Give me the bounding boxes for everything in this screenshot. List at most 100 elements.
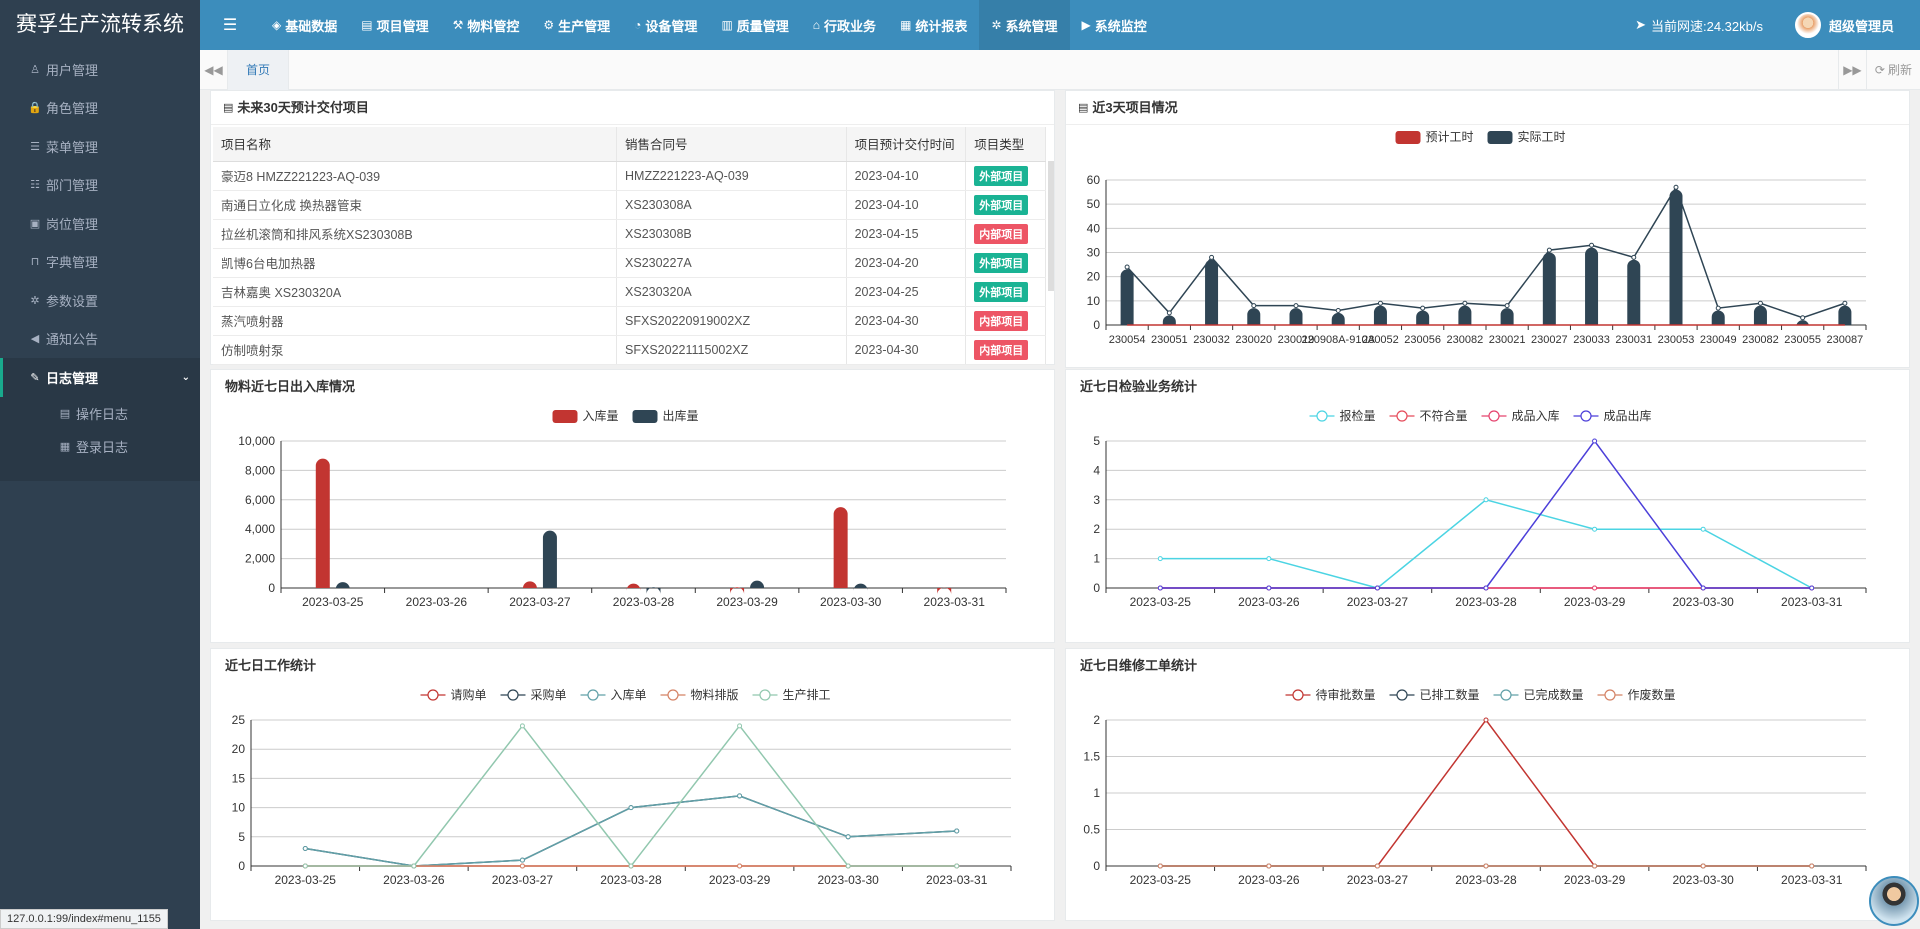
table-row[interactable]: 拉丝机滚筒和排风系统XS230308B XS230308B 2023-04-15 内部…: [213, 219, 1046, 249]
bar-1-11: [1585, 247, 1599, 325]
nav-item-8[interactable]: ✲ 系统管理: [979, 0, 1070, 50]
sidebar-item-5[interactable]: ⊓ 字典管理: [0, 243, 200, 282]
series-line-4: [305, 724, 957, 868]
sidebar-item-3[interactable]: ☷ 部门管理: [0, 166, 200, 205]
series-point-3-6: [1809, 585, 1815, 591]
table-row[interactable]: 豪迈8 HMZZ221223-AQ-039 HMZZ221223-AQ-039 20…: [213, 161, 1046, 191]
y-tick-label: 0.5: [1083, 823, 1100, 837]
user-menu[interactable]: 超级管理员: [1794, 12, 1894, 38]
menu-toggle-icon[interactable]: ☰: [200, 0, 260, 50]
table-row[interactable]: 仿制喷射泵 SFXS20221115002XZ 2023-04-30 内部项目: [213, 335, 1046, 365]
series-point-3-5: [1700, 585, 1706, 591]
user-name: 超级管理员: [1828, 18, 1894, 34]
y-tick-label: 20: [1087, 270, 1101, 284]
table-row[interactable]: 吉林嘉奥 XS230320A XS230320A 2023-04-25 外部项目: [213, 277, 1046, 307]
trend-point-13: [1673, 184, 1679, 190]
tab-home[interactable]: 首页: [228, 49, 290, 90]
sidebar-item-2[interactable]: ☰ 菜单管理: [0, 127, 200, 166]
legend-label: 已完成数量: [1524, 687, 1584, 702]
series-point-2-2: [519, 857, 525, 863]
series-point-2-5: [845, 834, 851, 840]
column-header[interactable]: 销售合同号: [616, 127, 847, 162]
sidebar-item-label: 岗位管理: [46, 216, 99, 232]
legend-marker: [1500, 689, 1512, 701]
legend-marker: [667, 689, 679, 701]
table-row[interactable]: 蒸汽喷射器 SFXS20220919002XZ 2023-04-30 内部项目: [213, 306, 1046, 336]
sidebar-subitem-0[interactable]: ▤ 操作日志: [0, 396, 200, 430]
nav-item-5[interactable]: ▥ 质量管理: [709, 0, 800, 50]
x-tick-label: 2023-03-30: [820, 595, 882, 609]
x-tick-label: 2023-03-27: [1347, 873, 1409, 887]
sidebar-item-4[interactable]: ▣ 岗位管理: [0, 204, 200, 243]
trend-point-8: [1462, 300, 1468, 306]
legend-label: 成品入库: [1512, 408, 1560, 423]
table-cell: HMZZ221223-AQ-039: [616, 161, 847, 191]
project-panel: ▤ 近3天项目情况 预计工时 实际工时 0 10 20 30 40 50 60 230054 230…: [1065, 90, 1910, 368]
floating-avatar[interactable]: [1869, 876, 1919, 926]
x-tick-label: 230052: [1362, 334, 1399, 346]
nav-item-label: 设备管理: [645, 18, 698, 34]
nav-item-3[interactable]: ⚙ 生产管理: [531, 0, 622, 50]
bar-1-15: [1753, 305, 1767, 325]
y-tick-label: 4,000: [245, 522, 275, 536]
nav-item-1[interactable]: ▤ 项目管理: [349, 0, 440, 50]
sun-icon: ✲: [30, 294, 40, 307]
nav-item-9[interactable]: ▶ 系统监控: [1070, 0, 1159, 50]
series-point-0-4: [1592, 526, 1598, 532]
x-tick-label: 2023-03-29: [716, 595, 778, 609]
tab-scroll-left-icon[interactable]: ◀◀: [200, 49, 228, 90]
sidebar-item-6[interactable]: ✲ 参数设置: [0, 281, 200, 320]
repair-panel-title: 近七日维修工单统计: [1080, 658, 1198, 673]
x-tick-label: 2023-03-30: [817, 873, 879, 887]
column-header[interactable]: 项目类型: [965, 127, 1046, 162]
sidebar-item-7[interactable]: ◀ 通知公告: [0, 320, 200, 359]
nav-item-4[interactable]: ◔ 设备管理: [622, 0, 709, 50]
nav-item-6[interactable]: ⌂ 行政业务: [801, 0, 888, 50]
y-tick-label: 2: [1093, 713, 1100, 727]
y-tick-label: 8,000: [245, 463, 275, 477]
y-tick-label: 20: [232, 742, 246, 756]
sidebar-item-0[interactable]: ♙ 用户管理: [0, 50, 200, 89]
x-tick-label: 2023-03-29: [1564, 595, 1626, 609]
table-cell: 仿制喷射泵: [213, 335, 618, 365]
nav-item-2[interactable]: ⚒ 物料管控: [441, 0, 532, 50]
inspection-chart: 报检量 不符合量 成品入库 成品出库 0 1 2 3 4 5 2023-03-25 2023-03-2…: [1093, 408, 1867, 609]
x-tick-label: 230082: [1447, 334, 1484, 346]
legend-marker: [1488, 410, 1500, 422]
sidebar-item-log-management[interactable]: ✎ 日志管理 ⌄: [0, 358, 200, 397]
project-type-cell: 内部项目: [965, 219, 1046, 249]
bar-1-12: [1627, 259, 1641, 325]
sidebar-subitem-label: 操作日志: [76, 406, 129, 422]
work-chart: 请购单 采购单 入库单 物料排版 生产排工 0 5 10 15 20 25 2023-03-25 202…: [232, 687, 1012, 887]
nav-item-label: 基础数据: [285, 18, 338, 34]
x-tick-label: 230021: [1489, 334, 1526, 346]
table-row[interactable]: 南通日立化成 换热器管束 XS230308A 2023-04-10 外部项目: [213, 190, 1046, 220]
refresh-button[interactable]: ⟳ 刷新: [1865, 49, 1920, 90]
status-badge: 外部项目: [974, 281, 1029, 302]
table-cell: XS230227A: [616, 248, 847, 278]
table-row[interactable]: 凯博6台电加热器 XS230227A 2023-04-20 外部项目: [213, 248, 1046, 278]
nav-item-7[interactable]: ▦ 统计报表: [888, 0, 979, 50]
nav-item-0[interactable]: ◈ 基础数据: [260, 0, 349, 50]
chevron-down-icon: ⌄: [181, 371, 190, 383]
x-tick-label: 2023-03-25: [275, 873, 337, 887]
delivery-table: 项目名称 销售合同号 项目预计交付时间 项目类型 豪迈8 HMZZ221223-AQ-…: [213, 127, 1046, 365]
bar-1-9: [1500, 308, 1514, 325]
app-root: 赛孚生产流转系统 ♙ 用户管理 🔒 角色管理 ☰ 菜单管理 ☷ 部门管理 ▣ 岗位管理 ⊓ 字典管理 ✲…: [0, 0, 1920, 929]
sidebar-subitem-1[interactable]: ▦ 登录日志: [0, 429, 200, 463]
sidebar-item-1[interactable]: 🔒 角色管理: [0, 89, 200, 128]
x-tick-label: 2023-03-27: [509, 595, 571, 609]
bar-1-1: [1162, 315, 1176, 325]
project-panel-title: ▤ 近3天项目情况: [1066, 91, 1909, 125]
column-header[interactable]: 项目预计交付时间: [846, 127, 967, 162]
x-tick-label: 2023-03-31: [1781, 873, 1843, 887]
legend-label: 物料排版: [691, 688, 739, 702]
tab-scroll-right-icon[interactable]: ▶▶: [1837, 49, 1866, 90]
legend-label: 出库量: [663, 408, 699, 423]
table-scrollbar[interactable]: [1048, 161, 1054, 291]
project-title-text: 近3天项目情况: [1092, 99, 1178, 115]
work-panel-title: 近七日工作统计: [225, 658, 317, 673]
legend-marker: [1316, 410, 1328, 422]
column-header[interactable]: 项目名称: [213, 127, 618, 162]
y-tick-label: 50: [1087, 197, 1101, 211]
